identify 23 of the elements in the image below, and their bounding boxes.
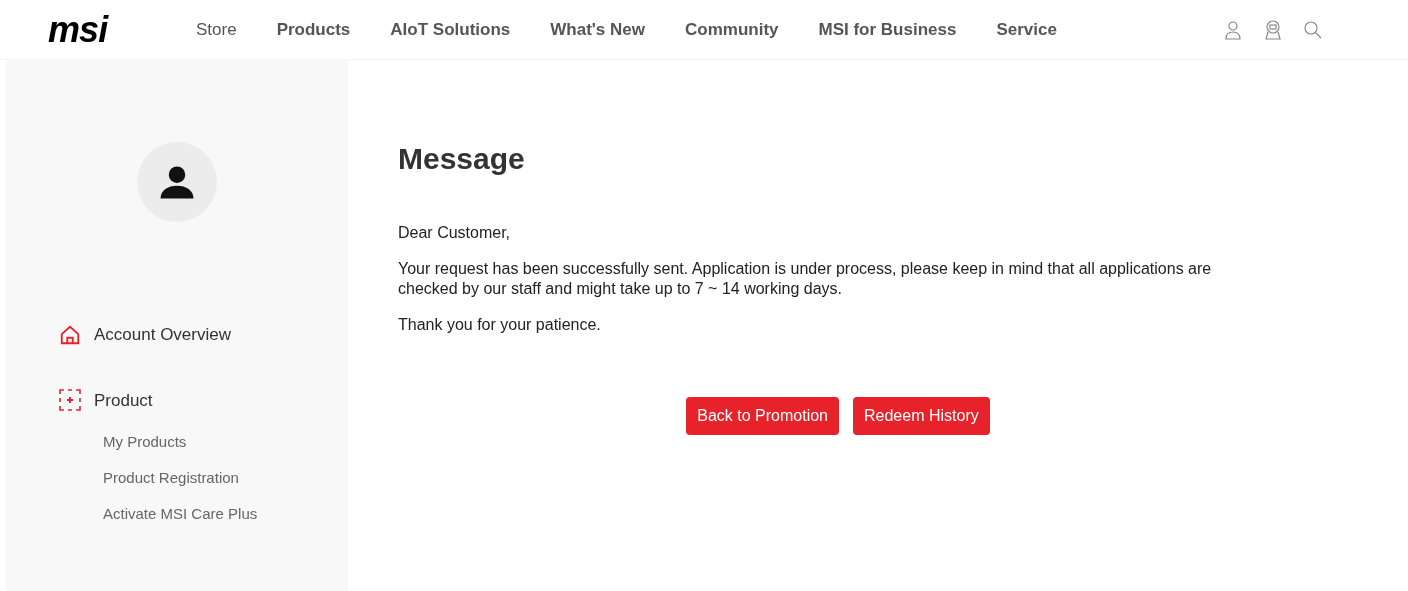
nav-link[interactable]: Store: [196, 16, 237, 43]
message-text: Thank you for your patience.: [398, 315, 602, 335]
user-icon[interactable]: [1224, 19, 1242, 40]
product-icon: [58, 388, 82, 413]
action-button[interactable]: Redeem History: [853, 397, 990, 435]
nav-link[interactable]: Community: [685, 16, 779, 43]
message-text: Dear Customer,: [398, 223, 512, 243]
house-icon: [59, 323, 81, 346]
search-icon[interactable]: [1304, 20, 1322, 39]
sidebar-item[interactable]: Account Overview: [94, 322, 231, 348]
sidebar-subitem[interactable]: Activate MSI Care Plus: [103, 506, 348, 521]
nav-link[interactable]: What's New: [550, 16, 645, 43]
message-text: Your request has been successfully sent. Application is under process, please keep in mind that all applications are checked by our staff and might take up to 7 ~ 14 working days.: [398, 259, 1213, 299]
sidebar-subitem[interactable]: Product Registration: [103, 470, 348, 485]
sidebar-subitem[interactable]: My Products: [103, 434, 348, 449]
nav-link[interactable]: Service: [996, 16, 1057, 43]
sidebar-item[interactable]: Product: [94, 387, 153, 413]
page-title: Message: [398, 141, 526, 177]
logo[interactable]: msi: [48, 11, 148, 48]
action-button[interactable]: Back to Promotion: [686, 397, 839, 435]
nav-link[interactable]: AIoT Solutions: [390, 16, 511, 43]
nav-link[interactable]: Products: [276, 16, 351, 43]
nav-link[interactable]: MSI for Business: [818, 16, 957, 43]
